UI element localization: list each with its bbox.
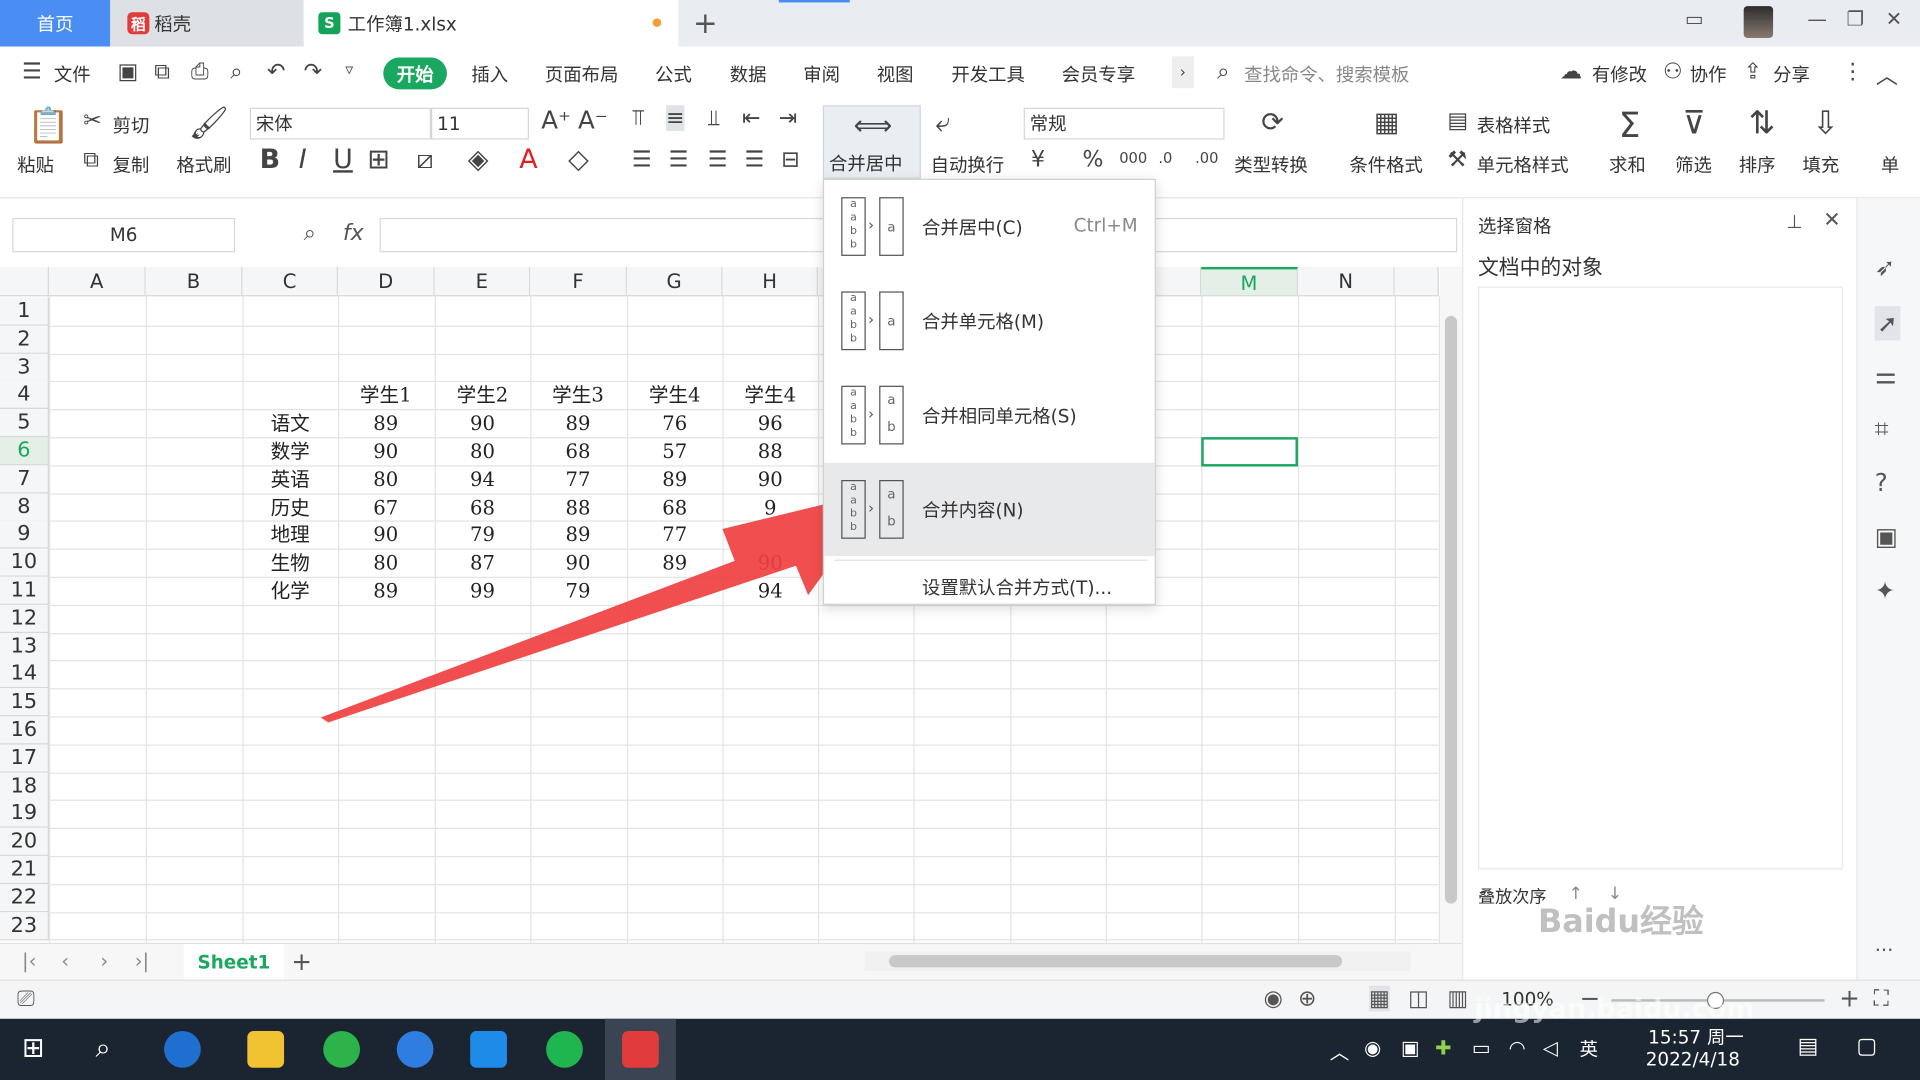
merge-center-option-label: 合并居中(C) <box>922 216 1023 239</box>
notification-icon[interactable]: ▤ <box>1798 1033 1819 1059</box>
horizontal-scrollbar[interactable] <box>864 951 1411 972</box>
arrow-shape <box>320 489 885 723</box>
page-layout-view-icon[interactable]: ◫ <box>1408 986 1429 1012</box>
prev-sheet-icon[interactable]: ‹ <box>61 949 69 972</box>
windows-start-icon[interactable]: ⊞ <box>22 1033 45 1064</box>
windows-taskbar: ⊞ ⌕ ︿ ◉ ▣ ✚ ▭ ◠ ◁ 英 15:57 周一 2022/4/18 ▤… <box>0 1018 1920 1080</box>
volume-icon[interactable]: ◁ <box>1543 1036 1558 1059</box>
merge-content-option-label: 合并内容(N) <box>922 499 1024 522</box>
sheet-tabs-bar: |‹ ‹ › ›| Sheet1 + <box>0 942 1463 981</box>
zoom-in-icon[interactable]: + <box>1839 983 1860 1012</box>
baidu-watermark: Baidu经验 <box>1537 903 1704 941</box>
stack-order-label: 叠放次序 <box>1477 887 1547 908</box>
sheet-tab-label: Sheet1 <box>197 951 271 974</box>
crop-icon[interactable]: ⌗ <box>1875 414 1889 443</box>
qq-tray-icon[interactable]: ◉ <box>1364 1036 1381 1059</box>
taskbar-date[interactable]: 2022/4/18 <box>1646 1048 1740 1070</box>
next-sheet-icon[interactable]: › <box>100 949 108 972</box>
ie-browser-icon[interactable] <box>164 1031 201 1068</box>
merge-same-option-icon: a a b b › a b <box>841 385 905 447</box>
wps-taskbar-item[interactable] <box>604 1018 676 1080</box>
selection-pane: 选择窗格 ⊥ ✕ 文档中的对象 叠放次序 ↑ ↓ <box>1462 198 1857 983</box>
action-center-icon[interactable]: ▢ <box>1856 1033 1877 1059</box>
select-pointer-icon[interactable]: ➚ <box>1874 306 1901 341</box>
tray-app-icon[interactable]: ▣ <box>1401 1036 1420 1059</box>
right-toolbar: ➶ ➚ ⚌ ⌗ ? ▣ ✦ ··· <box>1856 198 1920 983</box>
ime-indicator[interactable]: 英 <box>1580 1036 1598 1062</box>
merge-same-option[interactable]: a a b b › a b 合并相同单元格(S) <box>824 369 1155 462</box>
normal-view-icon[interactable]: ▦ <box>1368 985 1390 1012</box>
page-break-view-icon[interactable]: ▥ <box>1447 986 1468 1012</box>
fullscreen-icon[interactable]: ⛶ <box>1873 986 1888 1012</box>
merge-center-option[interactable]: a a b b › a 合并居中(C) Ctrl+M <box>824 180 1155 273</box>
objects-in-document-label: 文档中的对象 <box>1477 255 1603 281</box>
merge-cells-option-label: 合并单元格(M) <box>922 311 1045 334</box>
wechat-icon[interactable] <box>546 1031 583 1068</box>
merge-center-option-icon: a a b b › a <box>841 197 905 258</box>
merge-dropdown-menu: a a b b › a 合并居中(C) Ctrl+M a a b b › a 合并单元格(M) aa… <box>822 178 1156 605</box>
first-sheet-icon[interactable]: |‹ <box>22 949 36 972</box>
dropdown-divider <box>833 559 1148 561</box>
tray-expand-icon[interactable]: ︿ <box>1330 1036 1350 1065</box>
sheet-tab-sheet1[interactable]: Sheet1 <box>183 944 285 981</box>
vertical-scrollbar[interactable] <box>1440 266 1463 943</box>
taskbar-search-icon[interactable]: ⌕ <box>96 1033 111 1064</box>
browser-green-icon[interactable] <box>323 1031 361 1068</box>
screen-icon[interactable]: ⎚ <box>17 986 35 1012</box>
file-explorer-icon[interactable] <box>247 1031 285 1068</box>
vertical-scroll-thumb[interactable] <box>1444 315 1458 904</box>
wifi-icon[interactable]: ◠ <box>1509 1036 1526 1059</box>
phone-app-icon[interactable] <box>470 1031 507 1068</box>
merge-cells-option[interactable]: a a b b › a 合并单元格(M) <box>824 274 1155 367</box>
rocket-icon[interactable]: ➶ <box>1875 252 1896 281</box>
merge-same-option-label: 合并相同单元格(S) <box>922 405 1077 428</box>
cross-highlight-icon[interactable]: ⊕ <box>1298 986 1316 1012</box>
add-sheet-icon[interactable]: + <box>291 947 312 976</box>
battery-icon[interactable]: ▭ <box>1472 1036 1491 1059</box>
help-icon[interactable]: ? <box>1875 468 1888 497</box>
sliders-icon[interactable]: ⚌ <box>1875 360 1897 389</box>
compass-icon[interactable]: ✦ <box>1875 576 1896 605</box>
wps-icon <box>622 1031 659 1068</box>
tray-green-icon[interactable]: ✚ <box>1435 1036 1451 1059</box>
taskbar-time[interactable]: 15:57 周一 <box>1648 1024 1744 1050</box>
objects-list[interactable] <box>1477 286 1843 870</box>
more-tools-icon[interactable]: ··· <box>1875 938 1894 961</box>
horizontal-scroll-thumb[interactable] <box>888 955 1343 968</box>
eye-protect-icon[interactable]: ◉ <box>1264 986 1283 1012</box>
merge-content-option-icon: a a b b › a b <box>841 480 905 541</box>
close-panel-icon[interactable]: ✕ <box>1823 208 1840 232</box>
merge-cells-option-icon: a a b b › a <box>841 291 905 352</box>
last-sheet-icon[interactable]: ›| <box>135 949 149 972</box>
pin-icon[interactable]: ⊥ <box>1787 211 1803 233</box>
image-tool-icon[interactable]: ▣ <box>1875 522 1898 551</box>
jingyan-watermark: jingyan.baidu.com <box>1474 994 1755 1025</box>
selection-pane-title: 选择窗格 <box>1477 215 1552 238</box>
merge-center-shortcut: Ctrl+M <box>1073 214 1138 237</box>
merge-content-option[interactable]: a a b b › a b 合并内容(N) <box>824 462 1155 556</box>
sogou-icon[interactable] <box>396 1031 434 1068</box>
default-merge-setting-option[interactable]: 设置默认合并方式(T)... <box>922 574 1112 600</box>
